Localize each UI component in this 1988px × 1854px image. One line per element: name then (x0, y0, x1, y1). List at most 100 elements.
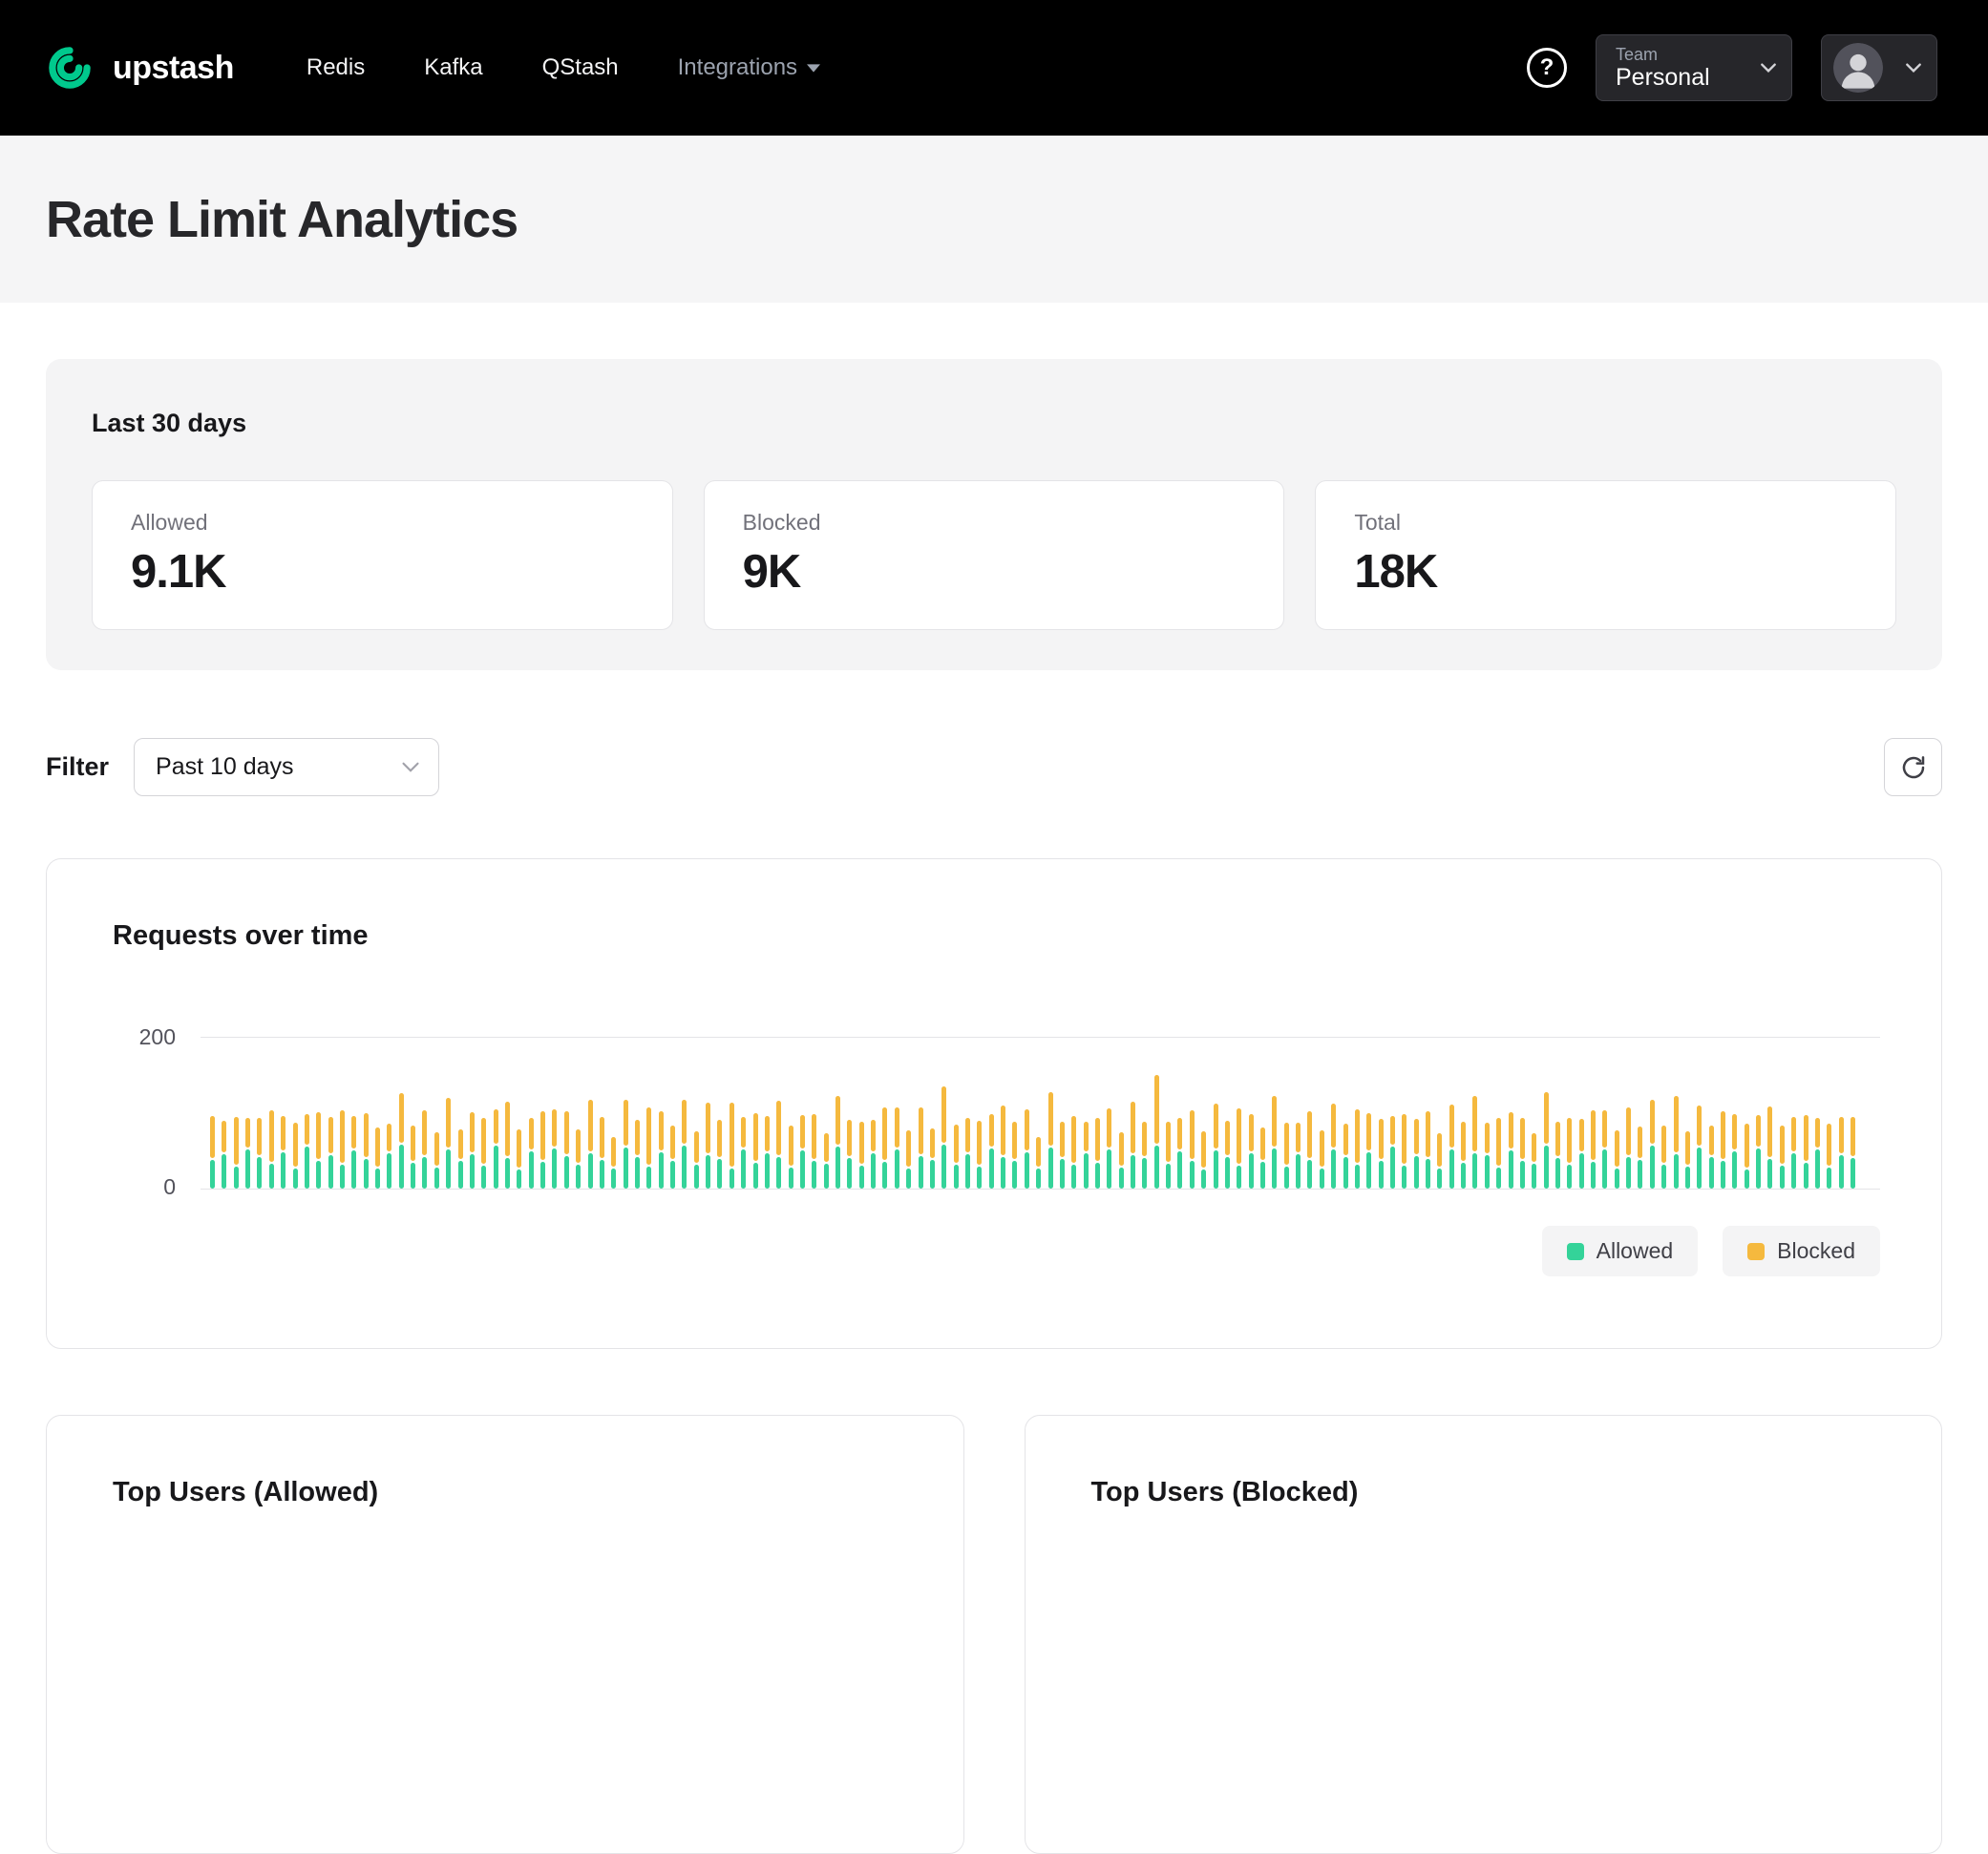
chart-bar (1331, 1104, 1336, 1189)
chart-bar (646, 1107, 651, 1189)
chart-bar (1472, 1096, 1477, 1189)
chart-bar (364, 1113, 369, 1189)
stat-value: 9K (743, 545, 1246, 599)
chart-bar (1390, 1116, 1395, 1189)
chart-bar (824, 1133, 829, 1189)
team-selector-label: Team (1616, 45, 1710, 64)
chart-bar (1709, 1126, 1714, 1189)
chart-y-axis: 200 0 (113, 980, 201, 1190)
y-tick-0: 0 (163, 1174, 176, 1200)
legend-allowed[interactable]: Allowed (1542, 1226, 1699, 1276)
nav-redis[interactable]: Redis (307, 54, 365, 81)
chart-bar (588, 1100, 593, 1189)
chart-bar (977, 1121, 982, 1189)
chart-bar (1249, 1114, 1254, 1189)
chart-bar (494, 1109, 498, 1189)
chart-bar (458, 1129, 463, 1189)
chart-bar (954, 1125, 959, 1189)
chart-bar (1201, 1131, 1206, 1189)
chart-bar (470, 1112, 475, 1189)
nav-qstash[interactable]: QStash (542, 54, 619, 81)
chart-bar (1071, 1116, 1076, 1189)
avatar (1833, 43, 1883, 93)
blocked-swatch-icon (1747, 1243, 1765, 1260)
brand[interactable]: upstash (42, 40, 234, 95)
chart-bar (1685, 1131, 1690, 1189)
requests-chart: 200 0 (113, 980, 1880, 1190)
chart-bar (1131, 1102, 1135, 1189)
chart-bar (1615, 1130, 1619, 1189)
chart-bar (1579, 1119, 1584, 1189)
legend-blocked[interactable]: Blocked (1723, 1226, 1880, 1276)
chart-bar (776, 1101, 781, 1189)
filter-row: Filter Past 10 days (46, 738, 1942, 796)
chart-bar (1732, 1114, 1737, 1189)
requests-chart-card: Requests over time 200 0 Allowed Blocked (46, 858, 1942, 1349)
nav-integrations[interactable]: Integrations (678, 54, 820, 81)
chart-bar (375, 1127, 380, 1189)
team-selector[interactable]: Team Personal (1596, 34, 1792, 101)
chart-bar (245, 1118, 250, 1189)
chart-bar (422, 1110, 427, 1189)
refresh-icon (1899, 753, 1928, 782)
stat-card-allowed: Allowed 9.1K (92, 480, 673, 630)
stat-label: Total (1354, 510, 1857, 536)
chart-bar (1426, 1111, 1430, 1189)
chart-bar (1780, 1126, 1785, 1189)
chart-bar (682, 1100, 687, 1189)
time-range-select[interactable]: Past 10 days (134, 738, 439, 796)
top-users-blocked-panel: Top Users (Blocked) (1025, 1415, 1943, 1854)
chart-bar (1839, 1117, 1844, 1189)
chart-bar (1827, 1124, 1831, 1189)
chart-bar (234, 1117, 239, 1189)
stat-value: 9.1K (131, 545, 634, 599)
chart-plot (201, 980, 1880, 1190)
chart-bar (789, 1126, 793, 1189)
chart-bar (564, 1111, 569, 1189)
chart-bar (293, 1123, 298, 1189)
account-menu[interactable] (1821, 34, 1937, 101)
chart-bar (210, 1116, 215, 1189)
chart-bar (1449, 1105, 1454, 1189)
chart-bar (340, 1110, 345, 1189)
chart-bar (1190, 1110, 1195, 1189)
chart-bar (1437, 1133, 1442, 1189)
chart-bar (1284, 1123, 1289, 1189)
chart-bar (1650, 1100, 1655, 1189)
chart-bar (1532, 1133, 1536, 1189)
chart-bar (906, 1130, 911, 1189)
nav-kafka[interactable]: Kafka (424, 54, 482, 81)
stat-cards: Allowed 9.1K Blocked 9K Total 18K (92, 480, 1896, 630)
chart-bar (1107, 1108, 1111, 1189)
chart-bar (552, 1109, 557, 1189)
chart-bar (1237, 1108, 1241, 1189)
chart-bar (1697, 1106, 1702, 1189)
top-users-panels: Top Users (Allowed) Top Users (Blocked) (46, 1415, 1942, 1854)
chart-bar (1048, 1092, 1053, 1189)
refresh-button[interactable] (1884, 738, 1942, 796)
chart-bar (446, 1098, 451, 1189)
main-content: Last 30 days Allowed 9.1K Blocked 9K Tot… (0, 359, 1988, 1854)
legend-blocked-label: Blocked (1777, 1238, 1855, 1264)
chart-bar (1791, 1117, 1796, 1189)
chart-bar (611, 1137, 616, 1189)
upstash-logo-icon (42, 40, 97, 95)
chart-bar (1119, 1132, 1124, 1189)
chart-bar (316, 1112, 321, 1189)
chevron-down-icon (807, 64, 820, 73)
chart-bar (1851, 1117, 1855, 1189)
chart-bar (895, 1107, 899, 1189)
chart-bar (1555, 1122, 1560, 1189)
chart-bar (847, 1120, 852, 1189)
allowed-swatch-icon (1567, 1243, 1584, 1260)
chart-bar (635, 1120, 640, 1189)
help-icon[interactable]: ? (1527, 48, 1567, 88)
chart-bar (1638, 1127, 1642, 1189)
chart-bar (1661, 1126, 1666, 1189)
chart-bar (1485, 1123, 1490, 1189)
chart-bar (1214, 1104, 1218, 1189)
chart-bar (835, 1096, 840, 1189)
chart-bar (1296, 1123, 1301, 1189)
chart-bar (387, 1124, 391, 1189)
chart-bar (730, 1103, 734, 1189)
